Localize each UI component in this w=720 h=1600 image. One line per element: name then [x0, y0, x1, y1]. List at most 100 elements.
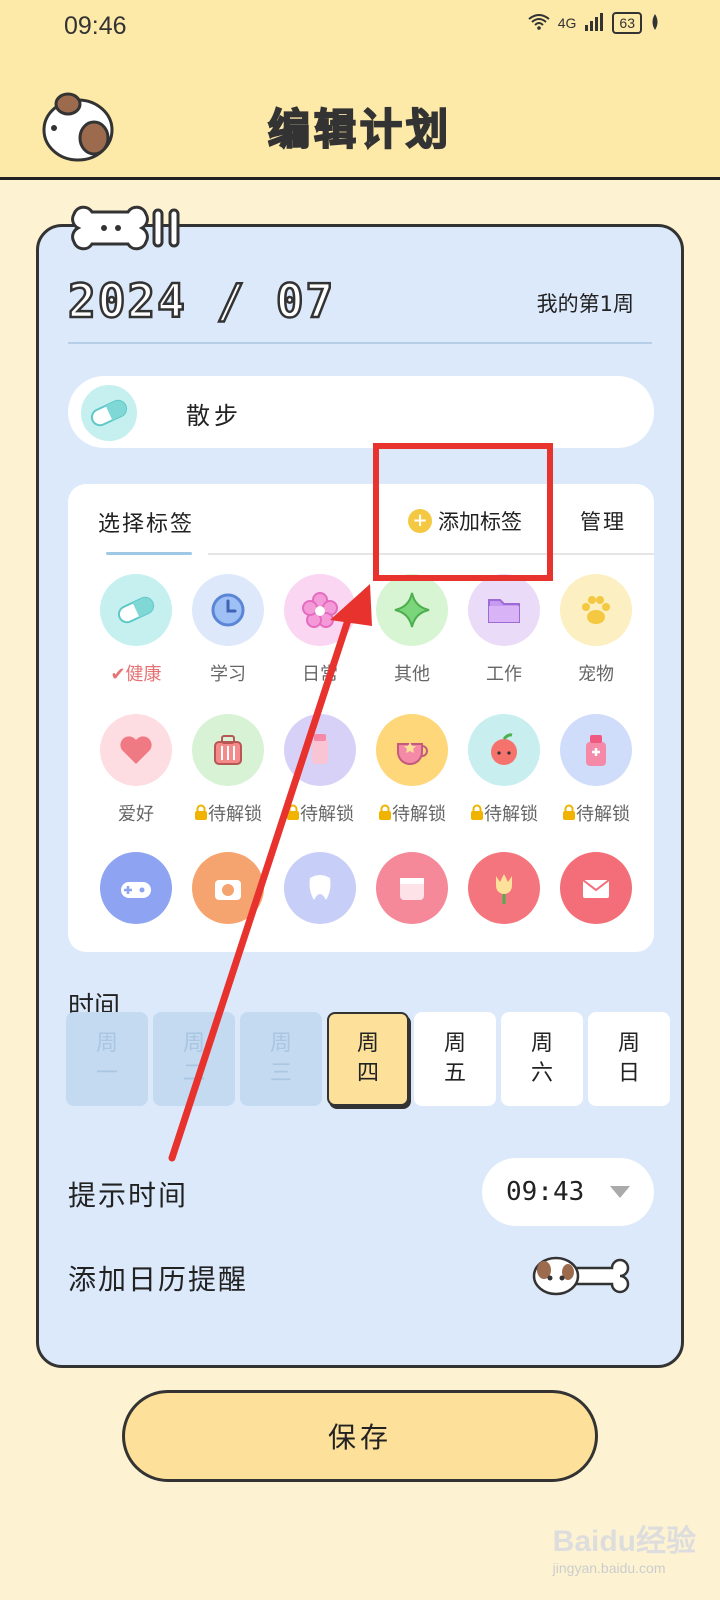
tag-label-text: 待解锁 [300, 804, 354, 825]
tag-item[interactable]: 日常 [274, 574, 366, 686]
tag-label: 学习 [182, 660, 274, 686]
tag-label-text: 待解锁 [392, 804, 446, 825]
highlight-box [373, 443, 553, 581]
gamepad-icon [100, 852, 172, 924]
letter-icon [560, 852, 632, 924]
plan-name: 散步 [186, 402, 242, 430]
save-button-label: 保存 [327, 1421, 392, 1454]
tag-label: 宠物 [550, 660, 642, 686]
tag-label-text: 学习 [210, 664, 246, 685]
sparkle-icon [376, 574, 448, 646]
tag-label: ✔健康 [90, 660, 182, 686]
tag-item[interactable] [274, 852, 366, 924]
lock-icon [470, 804, 484, 824]
tag-label-text: 健康 [125, 664, 162, 685]
weekday-prefix: 周 [356, 1031, 379, 1056]
weekday-name: 一 [95, 1061, 118, 1086]
tag-label-text: 待解锁 [484, 804, 538, 825]
capsule-icon [78, 382, 140, 444]
weekday-button[interactable]: 周日 [588, 1012, 670, 1106]
weekday-name: 五 [443, 1061, 466, 1086]
tag-item[interactable] [458, 852, 550, 924]
weekday-button[interactable]: 周五 [414, 1012, 496, 1106]
weekday-button: 周一 [66, 1012, 148, 1106]
tag-label-text: 工作 [486, 664, 522, 685]
heart-icon [100, 714, 172, 786]
leaf-icon [650, 13, 660, 33]
tag-label-text: 待解锁 [576, 804, 630, 825]
month-title: 2024 / 07 [67, 273, 336, 330]
tag-label: 待解锁 [458, 800, 550, 826]
tooth-icon [284, 852, 356, 924]
tag-item[interactable]: 学习 [182, 574, 274, 686]
calendar-reminder-label: 添加日历提醒 [68, 1263, 249, 1296]
tag-item[interactable]: 待解锁 [550, 714, 642, 826]
weekday-name: 六 [530, 1061, 553, 1086]
tag-item[interactable] [366, 852, 458, 924]
wifi-icon [528, 13, 550, 33]
bone-icon [60, 200, 200, 260]
tag-item[interactable]: 待解锁 [274, 714, 366, 826]
plan-name-field[interactable]: 散步 [68, 376, 654, 448]
calendar-reminder-toggle[interactable] [532, 1254, 632, 1302]
tag-label-text: 爱好 [118, 804, 154, 825]
save-button[interactable]: 保存 [122, 1390, 598, 1482]
manage-button[interactable]: 管理 [580, 506, 626, 536]
reminder-time-value: 09:43 [506, 1177, 585, 1207]
weekday-name: 四 [356, 1061, 379, 1086]
tag-item[interactable]: 其他 [366, 574, 458, 686]
suitcase-icon [192, 714, 264, 786]
weekday-prefix: 周 [95, 1031, 118, 1056]
tulip-icon [468, 852, 540, 924]
weekday-prefix: 周 [617, 1031, 640, 1056]
tag-item[interactable]: 爱好 [90, 714, 182, 826]
tag-label: 待解锁 [274, 800, 366, 826]
tag-item[interactable] [182, 852, 274, 924]
tag-item[interactable] [550, 852, 642, 924]
weekday-name: 日 [617, 1061, 640, 1086]
lock-icon [286, 804, 300, 824]
tag-label-text: 待解锁 [208, 804, 262, 825]
weekday-prefix: 周 [269, 1031, 292, 1056]
tag-item[interactable]: 待解锁 [182, 714, 274, 826]
flower-icon [284, 574, 356, 646]
capsule-icon [100, 574, 172, 646]
network-label: 4G [557, 15, 577, 31]
tag-label-text: 其他 [394, 664, 430, 685]
tab-select-tag[interactable]: 选择标签 [98, 506, 194, 538]
tag-item[interactable]: 工作 [458, 574, 550, 686]
tag-item[interactable] [90, 852, 182, 924]
weekday-prefix: 周 [530, 1031, 553, 1056]
tag-item[interactable]: 待解锁 [366, 714, 458, 826]
tag-label-text: 宠物 [578, 664, 614, 685]
signal-icon [584, 12, 604, 34]
app-header: 09:46 4G 63 编辑计划 [0, 0, 720, 180]
weekday-name: 二 [182, 1061, 205, 1086]
status-time: 09:46 [64, 12, 127, 40]
watermark-text: Baidu经验 [552, 1525, 696, 1558]
lock-icon [562, 804, 576, 824]
paw-icon [560, 574, 632, 646]
page-title: 编辑计划 [267, 104, 452, 155]
tag-label: 爱好 [90, 800, 182, 826]
weekday-prefix: 周 [443, 1031, 466, 1056]
watermark: Baidu经验 jingyan.baidu.com [553, 1516, 696, 1576]
camera-icon [192, 852, 264, 924]
tag-item[interactable]: 宠物 [550, 574, 642, 686]
tag-label: 待解锁 [550, 800, 642, 826]
reminder-time-dropdown[interactable]: 09:43 [482, 1158, 654, 1226]
tags-panel: 选择标签 + 添加标签 管理 ✔健康 学习 日常 其他 工作 宠物 爱好 待解锁 待解锁 待解锁待… [68, 484, 654, 952]
weekday-button[interactable]: 周六 [501, 1012, 583, 1106]
weekday-button: 周三 [240, 1012, 322, 1106]
reminder-label: 提示时间 [68, 1179, 189, 1212]
lock-icon [194, 804, 208, 824]
weekday-button: 周二 [153, 1012, 235, 1106]
tag-label: 其他 [366, 660, 458, 686]
watermark-sub: jingyan.baidu.com [552, 1560, 666, 1576]
lock-icon [378, 804, 392, 824]
weekday-button[interactable]: 周四 [327, 1012, 409, 1106]
tag-item[interactable]: ✔健康 [90, 574, 182, 686]
tag-item[interactable]: 待解锁 [458, 714, 550, 826]
check-icon: ✔ [110, 664, 126, 685]
divider [68, 342, 652, 344]
